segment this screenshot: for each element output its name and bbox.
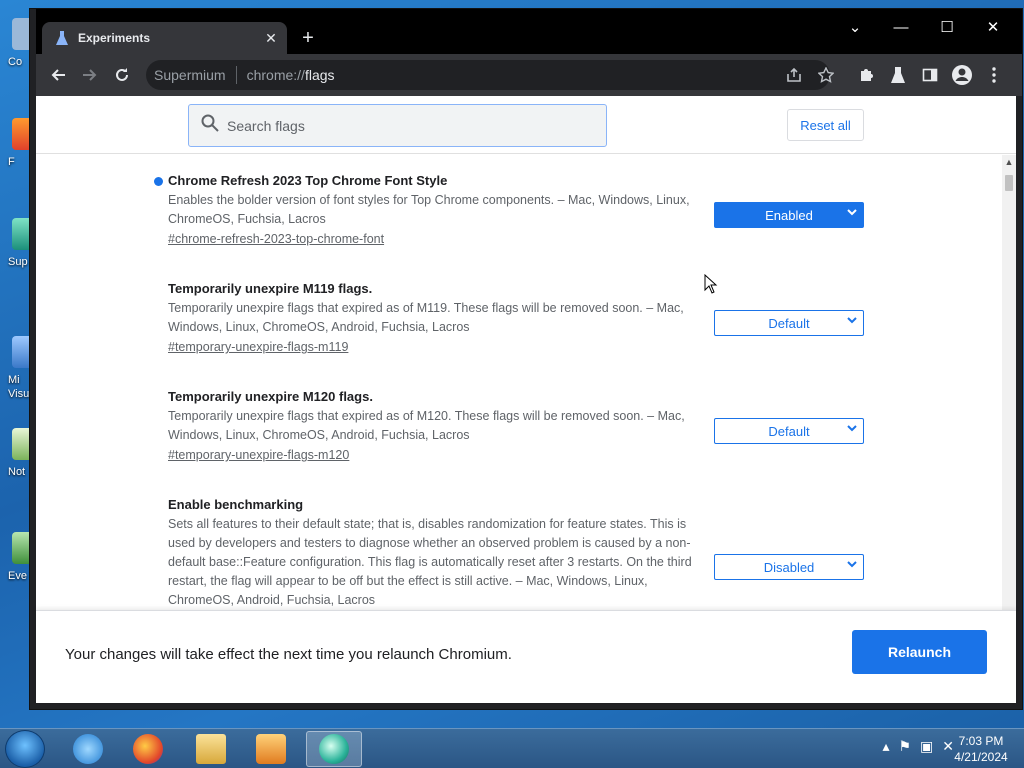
desktop-icon-label: Eve bbox=[8, 570, 27, 582]
show-hidden-icons-icon[interactable]: ▴ bbox=[882, 738, 889, 755]
chevron-down-icon bbox=[847, 559, 857, 572]
flag-link[interactable]: #temporary-unexpire-flags-m119 bbox=[168, 338, 868, 357]
flask-icon[interactable] bbox=[886, 63, 910, 87]
relaunch-button[interactable]: Relaunch bbox=[852, 630, 987, 674]
minimize-button[interactable]: — bbox=[878, 14, 924, 40]
flag-description: Enables the bolder version of font style… bbox=[168, 193, 690, 226]
select-value: Default bbox=[768, 423, 810, 439]
desktop-icon-label: Not bbox=[8, 466, 26, 478]
flag-item: Enable benchmarking Sets all features to… bbox=[168, 496, 868, 610]
taskbar: ▴ ⚑ ▣ ✕ 7:03 PM 4/21/2024 bbox=[0, 728, 1024, 768]
action-center-flag-icon[interactable]: ⚑ bbox=[898, 738, 911, 755]
taskbar-supermium[interactable] bbox=[306, 731, 362, 767]
chevron-down-icon bbox=[847, 207, 857, 220]
forward-icon[interactable] bbox=[78, 63, 102, 87]
tab-close-icon[interactable]: ✕ bbox=[261, 30, 281, 47]
flag-description: Temporarily unexpire flags that expired … bbox=[168, 409, 685, 442]
site-chip[interactable]: Supermium bbox=[154, 67, 226, 83]
desktop-icon-label: Co bbox=[8, 56, 23, 68]
maximize-button[interactable]: ☐ bbox=[924, 14, 970, 40]
flags-header: Reset all bbox=[36, 96, 1016, 154]
taskbar-internet-explorer[interactable] bbox=[60, 731, 116, 767]
flask-icon bbox=[56, 31, 68, 45]
select-value: Disabled bbox=[763, 559, 815, 575]
start-button[interactable] bbox=[5, 730, 45, 768]
taskbar-firefox[interactable] bbox=[120, 731, 176, 767]
select-value: Default bbox=[768, 315, 810, 331]
flags-list: Chrome Refresh 2023 Top Chrome Font Styl… bbox=[36, 155, 1001, 610]
flag-state-select[interactable]: Default bbox=[714, 310, 864, 336]
relaunch-footer: Your changes will take effect the next t… bbox=[36, 610, 1016, 703]
clock[interactable]: 7:03 PM 4/21/2024 bbox=[946, 733, 1016, 765]
mouse-cursor-icon bbox=[704, 273, 718, 294]
new-tab-button[interactable]: + bbox=[296, 27, 320, 50]
share-icon[interactable] bbox=[784, 65, 804, 85]
clock-time: 7:03 PM bbox=[958, 734, 1004, 748]
network-icon[interactable]: ▣ bbox=[920, 738, 933, 755]
title-bar: Experiments ✕ + ⌄ — ☐ ✕ bbox=[36, 9, 1022, 54]
modified-indicator bbox=[154, 177, 163, 186]
desktop-icon-label: Visu bbox=[8, 388, 30, 400]
flag-state-select[interactable]: Disabled bbox=[714, 554, 864, 580]
scrollbar-thumb[interactable] bbox=[1005, 175, 1013, 191]
select-value: Enabled bbox=[765, 207, 813, 223]
tab-title: Experiments bbox=[78, 31, 151, 45]
internet-explorer-icon bbox=[73, 734, 103, 764]
supermium-icon bbox=[319, 734, 349, 764]
desktop-icon-label: F bbox=[8, 156, 15, 168]
url-scheme: chrome:// bbox=[246, 67, 305, 83]
search-input[interactable] bbox=[227, 117, 587, 134]
taskbar-file-explorer[interactable] bbox=[183, 731, 239, 767]
flag-name: Temporarily unexpire M119 flags. bbox=[168, 281, 373, 296]
relaunch-message: Your changes will take effect the next t… bbox=[65, 646, 512, 663]
flag-state-select[interactable]: Enabled bbox=[714, 202, 864, 228]
chevron-down-icon bbox=[847, 423, 857, 436]
system-tray: ▴ ⚑ ▣ ✕ bbox=[882, 738, 954, 755]
flag-description: Sets all features to their default state… bbox=[168, 517, 692, 607]
reset-all-button[interactable]: Reset all bbox=[787, 109, 864, 141]
flag-name: Chrome Refresh 2023 Top Chrome Font Styl… bbox=[168, 173, 448, 188]
address-bar[interactable]: Supermium chrome:// flags bbox=[146, 60, 834, 90]
media-player-icon bbox=[256, 734, 286, 764]
tab-search-button[interactable]: ⌄ bbox=[832, 14, 878, 40]
chevron-down-icon bbox=[847, 315, 857, 328]
desktop-icon-label: Sup bbox=[8, 256, 28, 268]
extensions-icon[interactable] bbox=[854, 63, 878, 87]
flag-name: Enable benchmarking bbox=[168, 497, 304, 512]
scrollbar[interactable]: ▲ bbox=[1002, 155, 1016, 610]
profile-avatar-icon[interactable] bbox=[950, 63, 974, 87]
bookmark-star-icon[interactable] bbox=[816, 65, 836, 85]
scroll-up-arrow-icon[interactable]: ▲ bbox=[1002, 157, 1016, 169]
desktop-icon-label: Mi bbox=[8, 374, 20, 386]
flags-page: Reset all Chrome Refresh 2023 Top Chrome… bbox=[36, 96, 1016, 703]
toolbar: Supermium chrome:// flags bbox=[36, 54, 1022, 96]
clock-date: 4/21/2024 bbox=[954, 750, 1008, 764]
taskbar-media-player[interactable] bbox=[243, 731, 299, 767]
search-icon bbox=[201, 114, 219, 137]
flag-link[interactable]: #chrome-refresh-2023-top-chrome-font bbox=[168, 230, 868, 249]
firefox-icon bbox=[133, 734, 163, 764]
close-window-button[interactable]: ✕ bbox=[970, 14, 1016, 40]
flag-description: Temporarily unexpire flags that expired … bbox=[168, 301, 684, 334]
tab-experiments[interactable]: Experiments ✕ bbox=[42, 22, 287, 54]
flag-state-select[interactable]: Default bbox=[714, 418, 864, 444]
url-path: flags bbox=[304, 67, 335, 83]
reload-icon[interactable] bbox=[110, 63, 134, 87]
side-panel-icon[interactable] bbox=[918, 63, 942, 87]
flag-link[interactable]: #temporary-unexpire-flags-m120 bbox=[168, 446, 868, 465]
folder-icon bbox=[196, 734, 226, 764]
divider bbox=[235, 66, 237, 84]
browser-window: Experiments ✕ + ⌄ — ☐ ✕ Supermium chrome… bbox=[29, 8, 1023, 710]
menu-kebab-icon[interactable] bbox=[982, 63, 1006, 87]
flag-name: Temporarily unexpire M120 flags. bbox=[168, 389, 373, 404]
search-box[interactable] bbox=[188, 104, 607, 147]
back-icon[interactable] bbox=[46, 63, 70, 87]
